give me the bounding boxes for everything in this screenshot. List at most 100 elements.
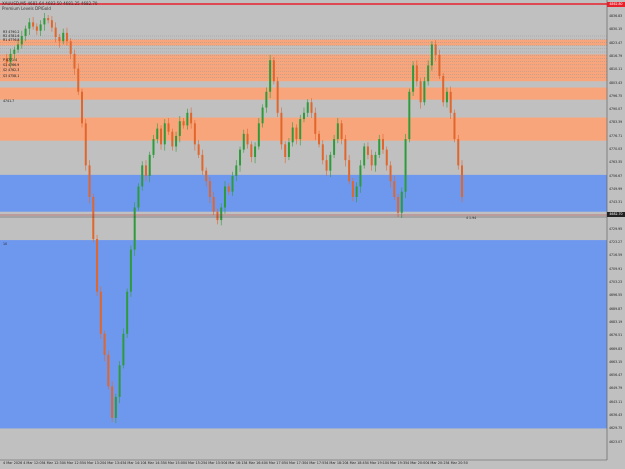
bear-candle xyxy=(457,139,460,166)
level-label: S3 4758.1 xyxy=(3,74,20,78)
resistance-zone xyxy=(0,87,607,100)
bear-candle xyxy=(314,112,317,134)
cursor-price-label: 4 1.94 xyxy=(466,216,477,220)
bear-candle xyxy=(208,181,211,197)
bull-candle xyxy=(129,249,132,292)
bull-candle xyxy=(220,207,223,221)
resistance-zone xyxy=(0,54,607,82)
support-zone xyxy=(0,204,607,212)
bear-candle xyxy=(415,65,418,82)
bull-candle xyxy=(148,154,151,176)
zones-layer xyxy=(0,39,607,429)
bull-candle xyxy=(333,139,336,155)
bear-candle xyxy=(227,186,230,192)
bull-candle xyxy=(186,112,189,126)
chart-window[interactable]: XAUUSD,M5 4681.64 4683.50 4681.25 4682.7… xyxy=(0,0,625,469)
bull-candle xyxy=(242,133,245,150)
bull-candle xyxy=(427,65,430,82)
bear-candle xyxy=(81,91,84,124)
bull-candle xyxy=(423,81,426,103)
bull-candle xyxy=(156,128,159,140)
bear-candle xyxy=(246,133,249,145)
bear-candle xyxy=(272,60,275,82)
time-axis-label: 4 Mar 12:30 xyxy=(43,461,64,465)
time-axis-label: 4 Mar 2026 xyxy=(3,461,23,465)
bull-candle xyxy=(445,91,448,103)
price-axis-label: 4629.75 xyxy=(609,426,623,431)
bull-candle xyxy=(400,191,403,213)
level-label: R1 4776.8 xyxy=(3,38,20,42)
time-axis-label: 4 Mar 20:00 xyxy=(407,461,428,465)
bear-candle xyxy=(205,170,208,182)
bull-candle xyxy=(257,123,260,147)
bear-candle xyxy=(107,354,110,387)
bear-candle xyxy=(216,211,219,221)
bear-candle xyxy=(461,165,463,197)
bull-candle xyxy=(363,146,366,166)
bull-candle xyxy=(133,207,136,250)
top-price-tag: 4862.80 xyxy=(607,2,625,7)
price-axis-label: 4776.71 xyxy=(609,133,623,138)
bull-candle xyxy=(137,186,140,208)
bull-candle xyxy=(39,24,42,31)
bull-candle xyxy=(329,154,332,171)
bull-candle xyxy=(114,396,117,418)
bull-candle xyxy=(408,91,411,140)
price-axis-label: 4623.07 xyxy=(609,439,623,444)
bull-candle xyxy=(20,35,23,45)
bear-candle xyxy=(449,91,452,113)
bear-candle xyxy=(99,291,102,334)
bear-candle xyxy=(84,123,87,166)
bear-candle xyxy=(325,160,328,171)
price-axis-label: 4783.39 xyxy=(609,120,623,125)
bear-candle xyxy=(370,154,373,166)
bull-candle xyxy=(404,139,407,192)
bull-candle xyxy=(175,135,178,147)
bull-candle xyxy=(299,119,302,140)
price-axis-label: 4663.15 xyxy=(609,359,623,364)
bear-candle xyxy=(381,139,384,150)
price-axis-label: 4770.03 xyxy=(609,147,623,151)
bear-candle xyxy=(340,123,343,140)
bull-candle xyxy=(126,291,129,334)
bull-candle xyxy=(412,65,415,92)
bull-candle xyxy=(141,165,144,187)
bear-candle xyxy=(453,112,456,140)
level-label: S2 4762.3 xyxy=(3,68,20,72)
bear-candle xyxy=(321,144,324,161)
bull-candle xyxy=(62,32,65,42)
bear-candle xyxy=(318,133,321,145)
bear-candle xyxy=(111,386,114,418)
time-axis-label: 4 Mar 18:45 xyxy=(346,461,367,465)
bear-candle xyxy=(50,20,53,28)
bull-candle xyxy=(291,127,294,143)
price-axis-label: 4790.07 xyxy=(609,107,623,112)
bull-candle xyxy=(235,165,238,176)
support-zone xyxy=(0,240,607,429)
bear-candle xyxy=(276,81,279,113)
price-axis-label: 4716.59 xyxy=(609,253,623,258)
level-label: P 4771.4 xyxy=(3,58,18,62)
bear-candle xyxy=(201,154,204,171)
time-axis-label: 4 Mar 16:40 xyxy=(245,461,266,465)
bear-candle xyxy=(88,165,91,197)
price-axis-label: 4756.67 xyxy=(609,173,623,178)
price-axis-label: 4683.19 xyxy=(609,319,623,324)
bull-candle xyxy=(254,146,257,157)
bear-candle xyxy=(310,102,313,113)
price-chart[interactable] xyxy=(0,0,625,469)
bear-candle xyxy=(103,333,106,355)
bear-candle xyxy=(190,112,193,124)
current-price-tag: 4682.70 xyxy=(607,212,625,217)
bear-candle xyxy=(393,181,396,197)
bull-candle xyxy=(261,107,264,124)
bull-candle xyxy=(152,139,155,155)
bull-candle xyxy=(287,142,290,157)
price-axis-label: 4836.83 xyxy=(609,14,623,18)
bull-candle xyxy=(430,44,433,66)
resistance-zone xyxy=(0,39,607,46)
time-axis-label: 4 Mar 20:50 xyxy=(447,461,468,465)
price-axis-label: 4723.27 xyxy=(609,240,623,245)
bear-candle xyxy=(69,41,72,54)
bear-candle xyxy=(92,196,95,240)
